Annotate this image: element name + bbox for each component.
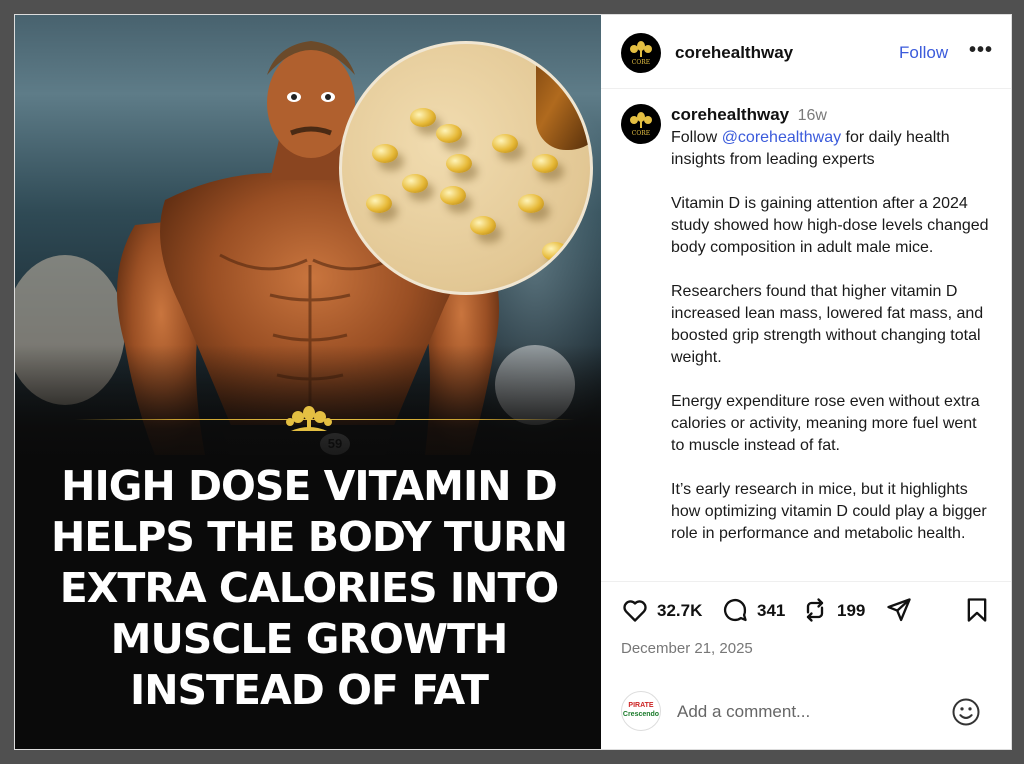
author-avatar[interactable]: CORE — [621, 33, 661, 73]
post-caption: corehealthway 16w Follow @corehealthway … — [671, 104, 991, 567]
caption-username[interactable]: corehealthway — [671, 105, 789, 124]
current-user-avatar-text-bottom: Crescendo — [622, 711, 660, 718]
caption-paragraph-5: It’s early research in mice, but it high… — [671, 481, 987, 542]
heart-icon[interactable] — [621, 596, 649, 624]
comment-icon[interactable] — [721, 596, 749, 624]
current-user-avatar-text-top: PIRATE — [628, 702, 654, 709]
image-headline: HIGH DOSE VITAMIN D HELPS THE BODY TURN … — [50, 462, 568, 714]
post-header: CORE corehealthway Follow ••• — [601, 15, 1011, 89]
post-date: December 21, 2025 — [621, 640, 753, 657]
supplement-bottle — [536, 44, 590, 150]
emoji-icon[interactable] — [951, 697, 981, 727]
caption-paragraph-3: Researchers found that higher vitamin D … — [671, 283, 984, 366]
caption-paragraph-4: Energy expenditure rose even without ext… — [671, 393, 980, 454]
tree-logo-icon — [630, 41, 652, 57]
like-count[interactable]: 32.7K — [657, 601, 702, 621]
comment-input[interactable] — [675, 697, 939, 727]
comment-count[interactable]: 341 — [757, 601, 785, 621]
caption-mention-link[interactable]: @corehealthway — [722, 129, 841, 146]
post-side-panel: CORE corehealthway Follow ••• CORE coreh… — [601, 15, 1011, 749]
repost-count[interactable]: 199 — [837, 601, 865, 621]
post-age: 16w — [797, 107, 827, 124]
vitamin-d-capsules-inset — [339, 41, 593, 295]
post-window: 59 — [14, 14, 1012, 750]
caption-line1-prefix: Follow — [671, 129, 722, 146]
follow-button[interactable]: Follow — [899, 43, 948, 63]
more-options-icon[interactable]: ••• — [969, 39, 993, 62]
caption-author-avatar[interactable]: CORE — [621, 104, 661, 144]
action-bar: 32.7K 341 199 December 21, 2025 — [601, 581, 1011, 701]
caption-paragraph-2: Vitamin D is gaining attention after a 2… — [671, 195, 989, 256]
repost-icon[interactable] — [801, 596, 829, 624]
avatar-brand-text: CORE — [631, 59, 651, 66]
tree-logo-icon — [630, 112, 652, 128]
post-image[interactable]: 59 — [15, 15, 601, 749]
current-user-avatar[interactable]: PIRATE Crescendo — [621, 691, 661, 731]
header-username[interactable]: corehealthway — [675, 43, 793, 63]
caption-scroll-area[interactable]: CORE corehealthway 16w Follow @corehealt… — [601, 90, 1011, 580]
avatar-brand-text: CORE — [631, 130, 651, 137]
bookmark-icon[interactable] — [963, 596, 991, 624]
tree-logo-icon — [286, 406, 332, 431]
comment-bar: PIRATE Crescendo — [601, 687, 1011, 749]
share-icon[interactable] — [885, 596, 913, 624]
